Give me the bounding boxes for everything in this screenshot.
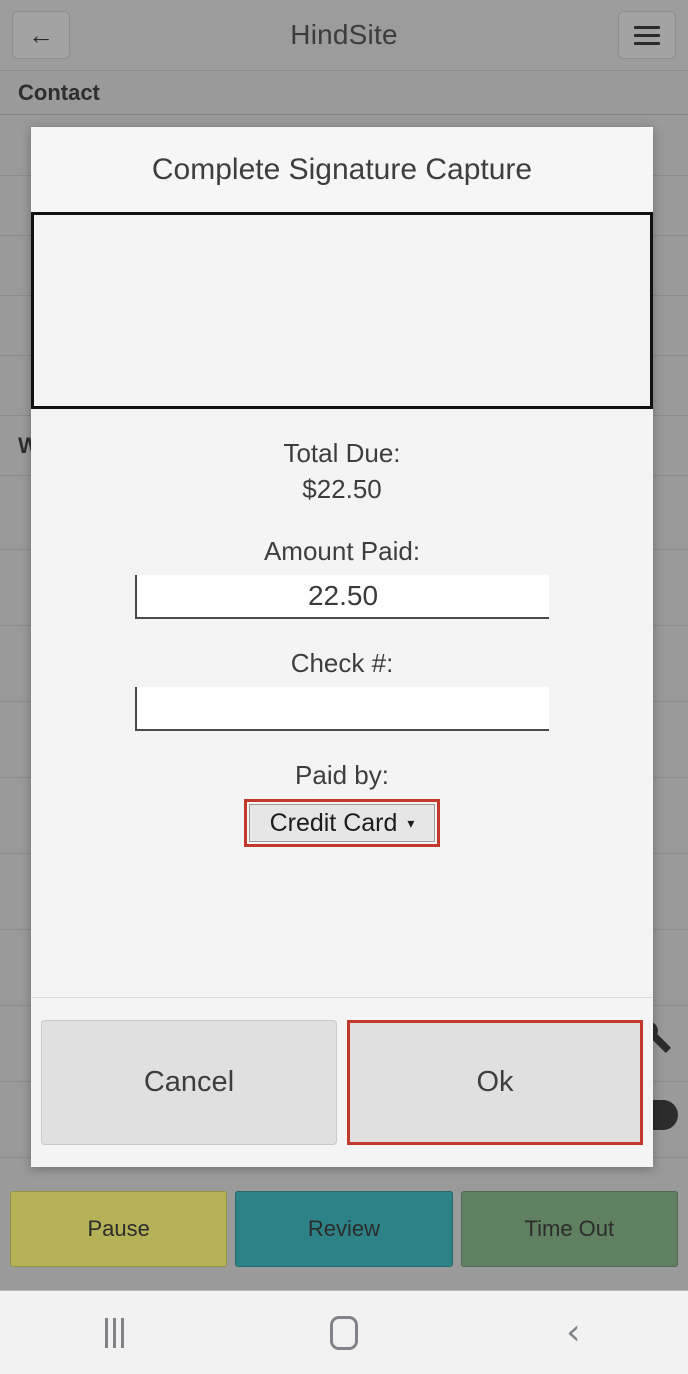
home-icon xyxy=(329,1315,358,1350)
total-due-group: Total Due: $22.50 xyxy=(31,435,653,507)
android-nav-bar: ‹ xyxy=(0,1290,688,1374)
pause-button[interactable]: Pause xyxy=(10,1191,228,1267)
cancel-button[interactable]: Cancel xyxy=(41,1020,337,1145)
ok-button[interactable]: Ok xyxy=(347,1020,643,1145)
back-chevron-icon: ‹ xyxy=(566,1311,581,1353)
paid-by-label: Paid by: xyxy=(295,760,389,790)
dialog-body: Total Due: $22.50 Amount Paid: Check #: … xyxy=(31,409,653,997)
app-top-bar: ← HindSite xyxy=(0,0,688,71)
page-title: HindSite xyxy=(290,19,398,50)
time-out-button[interactable]: Time Out xyxy=(460,1191,678,1267)
section-header: Contact xyxy=(0,71,688,115)
review-button[interactable]: Review xyxy=(235,1191,453,1267)
recents-button[interactable] xyxy=(0,1291,229,1374)
dialog-footer: Cancel Ok xyxy=(31,997,653,1167)
home-button[interactable] xyxy=(229,1291,458,1374)
chevron-down-icon: ▾ xyxy=(407,815,415,831)
paid-by-select[interactable]: Credit Card ▾ xyxy=(249,804,435,842)
check-number-group: Check #: xyxy=(31,645,653,731)
total-due-value: $22.50 xyxy=(302,474,382,504)
menu-button[interactable] xyxy=(618,11,676,59)
system-back-button[interactable]: ‹ xyxy=(459,1291,688,1374)
paid-by-selected-value: Credit Card xyxy=(269,808,398,837)
amount-paid-input[interactable] xyxy=(135,575,549,619)
amount-paid-label: Amount Paid: xyxy=(263,536,421,566)
phone-screen: ← HindSite Contact W Pause Review Time O… xyxy=(0,0,688,1374)
signature-pad[interactable] xyxy=(31,212,653,409)
paid-by-group: Paid by: Credit Card ▾ xyxy=(31,757,653,847)
dialog-title: Complete Signature Capture xyxy=(31,127,653,212)
section-header-label: Contact xyxy=(18,80,100,105)
total-due-label: Total Due: xyxy=(283,438,401,468)
signature-capture-dialog: Complete Signature Capture Total Due: $2… xyxy=(31,127,653,1167)
check-number-label: Check #: xyxy=(290,648,394,678)
check-number-input[interactable] xyxy=(135,687,549,731)
paid-by-highlight: Credit Card ▾ xyxy=(244,799,440,847)
recents-icon xyxy=(105,1317,125,1348)
hamburger-menu-icon xyxy=(634,26,660,45)
amount-paid-group: Amount Paid: xyxy=(31,533,653,619)
bottom-action-bar: Pause Review Time Out xyxy=(0,1188,688,1270)
